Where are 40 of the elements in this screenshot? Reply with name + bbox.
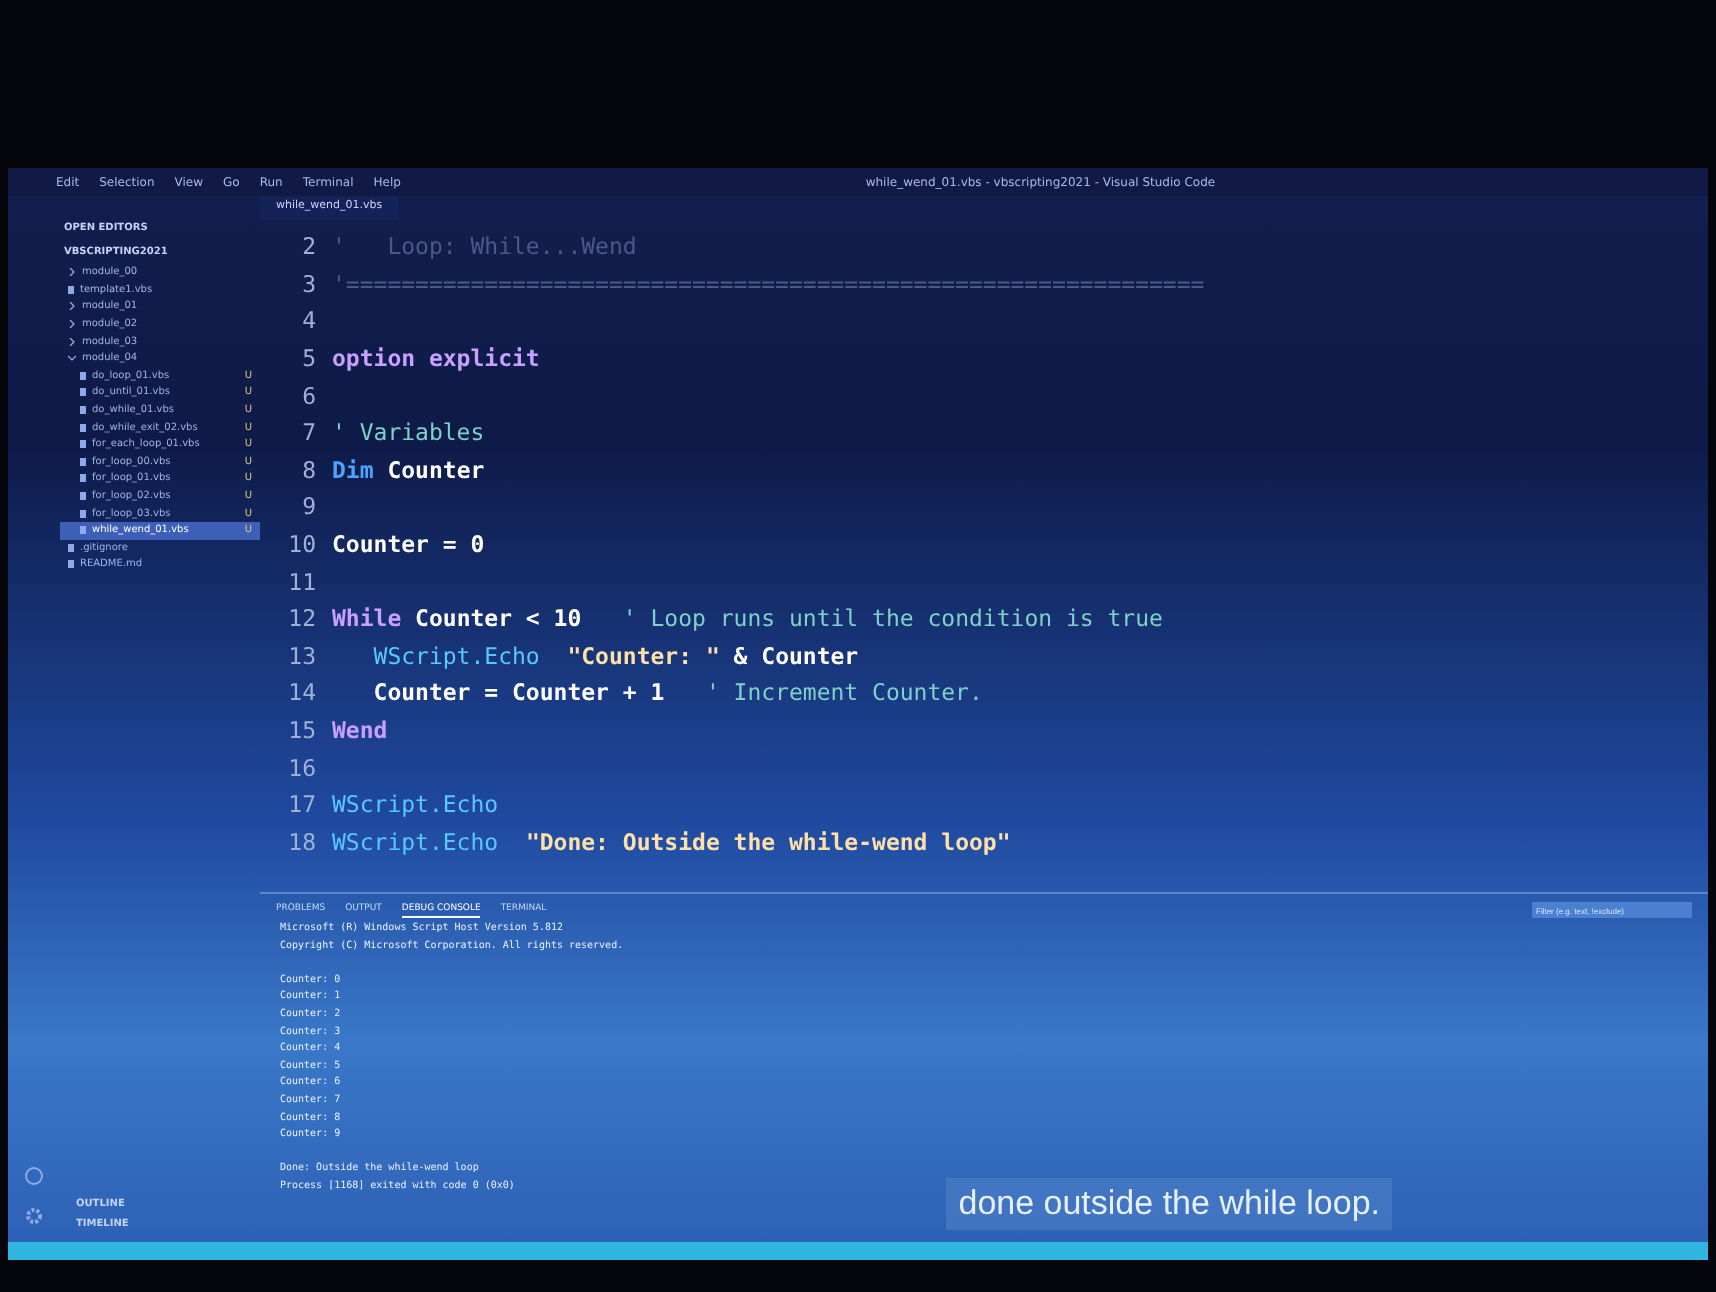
line-number: 18: [286, 827, 318, 856]
gear-icon[interactable]: [24, 1206, 44, 1226]
line-number: 8: [300, 455, 318, 484]
code-token: & Counter: [731, 641, 859, 670]
line-number: 4: [300, 306, 318, 335]
line-number: 2: [300, 232, 318, 261]
code-token: Wend: [332, 716, 388, 745]
code-token: Counter = 0: [332, 530, 485, 559]
line-number: 16: [286, 753, 318, 782]
code-token: ' Loop runs until the condition is true: [622, 604, 1163, 633]
code-token: WScript.Echo: [332, 790, 499, 819]
line-number: 7: [300, 418, 318, 447]
code-token: ' Variables: [332, 418, 485, 447]
video-caption: done outside the while loop.: [946, 1178, 1392, 1230]
line-number: 13: [286, 641, 318, 670]
code-token: "Done: Outside the while-wend loop": [525, 827, 1011, 856]
line-number: 14: [286, 678, 318, 707]
code-token: While: [332, 604, 404, 633]
line-number: 11: [286, 567, 318, 596]
code-token: option explicit: [332, 344, 540, 373]
line-number: 6: [300, 381, 318, 410]
account-icon[interactable]: [24, 1166, 44, 1186]
line-number: 9: [300, 492, 318, 521]
line-number: 3: [300, 269, 318, 298]
code-token: WScript.Echo: [332, 827, 501, 856]
code-token: ' Increment Counter.: [705, 678, 983, 707]
code-token: ' Loop: While...Wend: [332, 232, 637, 261]
code-token: Counter: [387, 455, 485, 484]
line-number: 10: [286, 530, 318, 559]
line-number: 15: [286, 716, 318, 745]
code-token: Counter = Counter + 1: [371, 678, 667, 707]
code-token: WScript.Echo: [371, 641, 542, 670]
code-token: Counter < 10: [415, 604, 584, 633]
line-number: 5: [300, 344, 318, 373]
file-icon: [68, 285, 74, 294]
code-token: '==============================================================: [332, 269, 1205, 298]
code-token: Dim: [332, 455, 376, 484]
code-token: "Counter: ": [567, 641, 720, 670]
line-number: 17: [286, 790, 318, 819]
line-number: 12: [286, 604, 318, 633]
